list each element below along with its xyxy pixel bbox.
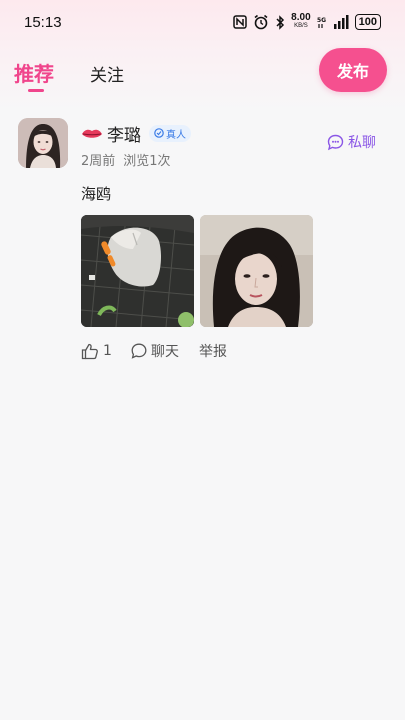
5g-icon: 5G [317,15,327,29]
avatar[interactable] [18,118,68,168]
verify-label: 真人 [166,129,186,141]
status-icons: 8.00 KB/S 5G 100 [233,12,381,30]
comment-icon [131,343,147,359]
thumbs-up-icon [81,343,98,359]
bluetooth-icon [275,14,285,30]
post-text: 海鸥 [81,185,112,203]
post-time: 2周前 [81,154,116,169]
private-chat-button[interactable]: 私聊 [327,132,376,152]
verify-badge: 真人 [149,124,191,142]
status-bar: 15:13 8.00 KB/S 5G 100 [0,0,405,44]
battery-icon: 100 [354,14,381,30]
post-images [81,215,313,327]
tab-follow[interactable]: 关注 [90,61,124,86]
chat-label: 聊天 [151,344,179,360]
active-tab-indicator [28,89,44,92]
post-image-portrait[interactable] [200,215,313,327]
publish-button[interactable]: 发布 [319,48,387,92]
like-count: 1 [103,343,112,359]
report-label: 举报 [199,344,227,360]
verified-icon [154,128,164,138]
svg-text:5G: 5G [317,17,326,24]
signal-icon [333,15,349,29]
tab-recommend[interactable]: 推荐 [14,58,54,87]
top-nav: 推荐 关注 发布 [0,44,405,100]
post-views: 浏览1次 [123,154,171,169]
nfc-icon [233,15,247,29]
net-speed: 8.00 KB/S [291,12,311,30]
private-chat-label: 私聊 [348,135,376,151]
post-image-mouse[interactable] [81,215,194,327]
chat-bubble-icon [327,134,344,150]
user-line: 李璐 真人 [81,121,191,146]
report-button[interactable]: 举报 [199,341,227,361]
chat-button[interactable]: 聊天 [131,341,199,361]
alarm-icon [253,14,269,30]
post-actions: 1 聊天 举报 [81,341,227,361]
username[interactable]: 李璐 [107,121,141,146]
post-meta: 2周前 浏览1次 [81,150,171,169]
status-time: 15:13 [24,13,62,31]
like-button[interactable]: 1 [81,343,131,360]
lips-icon [81,126,103,140]
